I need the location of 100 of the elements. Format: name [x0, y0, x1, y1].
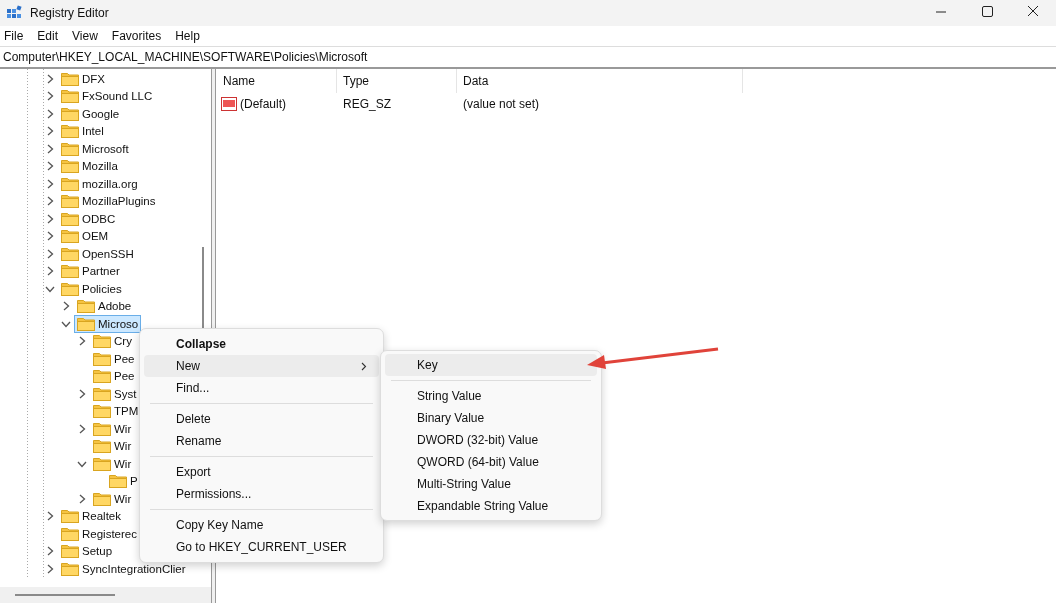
column-header[interactable]: Name [217, 69, 337, 93]
tree-item[interactable]: Registerec [58, 524, 140, 543]
folder-icon [61, 71, 79, 86]
tree-item[interactable]: mozilla.org [58, 174, 141, 193]
tree-item[interactable]: Partner [58, 262, 123, 281]
folder-icon [61, 124, 79, 139]
folder-icon [93, 439, 111, 454]
chevron-icon[interactable] [45, 178, 55, 189]
folder-icon [61, 544, 79, 559]
menu-item[interactable]: Collapse [144, 333, 379, 355]
folder-icon [93, 456, 111, 471]
chevron-icon[interactable] [45, 213, 55, 224]
folder-icon [61, 194, 79, 209]
menu-item[interactable]: Permissions... [144, 483, 379, 505]
tree-item[interactable]: TPM [90, 402, 142, 421]
registry-editor-icon [6, 5, 22, 21]
chevron-icon[interactable] [45, 161, 55, 172]
chevron-icon[interactable] [45, 266, 55, 277]
menu-item[interactable]: QWORD (64-bit) Value [385, 451, 597, 473]
table-cell-text: REG_SZ [342, 97, 392, 111]
tree-item[interactable]: Wir [90, 437, 135, 456]
chevron-icon[interactable] [45, 546, 55, 557]
folder-icon [61, 246, 79, 261]
menu-item[interactable]: New [144, 355, 379, 377]
chevron-icon[interactable] [45, 248, 55, 259]
menu-item[interactable]: View [72, 29, 98, 43]
column-header[interactable]: Data [457, 69, 743, 93]
tree-item[interactable]: ODBC [58, 209, 119, 228]
folder-icon [61, 229, 79, 244]
folder-icon [61, 106, 79, 121]
column-header[interactable]: Type [337, 69, 457, 93]
chevron-icon[interactable] [77, 423, 87, 434]
menu-item[interactable]: Expandable String Value [385, 495, 597, 517]
menu-item[interactable]: DWORD (32-bit) Value [385, 429, 597, 451]
folder-icon [93, 404, 111, 419]
menu-item[interactable]: Export [144, 461, 379, 483]
folder-icon [61, 211, 79, 226]
tree-item[interactable]: Realtek [58, 507, 124, 526]
chevron-icon[interactable] [45, 108, 55, 119]
scrollbar-thumb[interactable] [15, 594, 115, 596]
chevron-icon [361, 361, 367, 371]
chevron-icon[interactable] [45, 91, 55, 102]
tree-item[interactable]: Wir [90, 419, 135, 438]
folder-icon [61, 89, 79, 104]
chevron-icon[interactable] [45, 511, 55, 522]
tree-item[interactable]: P [106, 472, 141, 491]
folder-icon [93, 351, 111, 366]
folder-icon [109, 474, 127, 489]
menu-item[interactable]: Favorites [111, 29, 162, 43]
folder-icon [61, 526, 79, 541]
menu-item[interactable]: File [4, 29, 24, 43]
tree-item[interactable]: Pee [90, 349, 138, 368]
address-bar[interactable]: Computer\HKEY_LOCAL_MACHINE\SOFTWARE\Policies\Microsoft [0, 46, 1056, 69]
tree-item[interactable]: Intel [58, 122, 107, 141]
menu-item[interactable]: Multi-String Value [385, 473, 597, 495]
tree-item[interactable]: Policies [58, 279, 125, 298]
chevron-icon[interactable] [45, 563, 55, 574]
folder-icon [61, 159, 79, 174]
tree-item[interactable]: MozillaPlugins [58, 192, 159, 211]
chevron-icon[interactable] [77, 336, 87, 347]
chevron-icon[interactable] [45, 73, 55, 84]
chevron-icon[interactable] [77, 388, 87, 399]
tree-item[interactable]: Mozilla [58, 157, 121, 176]
folder-icon [93, 491, 111, 506]
chevron-icon[interactable] [77, 493, 87, 504]
tree-item[interactable]: SyncIntegrationClier [58, 559, 189, 578]
tree-item[interactable]: Wir [90, 489, 135, 508]
chevron-icon[interactable] [61, 301, 71, 312]
menu-item[interactable]: String Value [385, 385, 597, 407]
menu-item[interactable]: Copy Key Name [144, 514, 379, 536]
menu-item[interactable]: Rename [144, 430, 379, 452]
menu-item[interactable]: Key [385, 354, 597, 376]
tree-item[interactable]: Syst [90, 384, 140, 403]
menu-item[interactable]: Delete [144, 408, 379, 430]
chevron-icon[interactable] [45, 231, 55, 242]
tree-item[interactable]: Pee [90, 367, 138, 386]
tree-item[interactable]: Microso [74, 314, 142, 333]
menu-item[interactable]: Find... [144, 377, 379, 399]
tree-item[interactable]: Setup [58, 542, 116, 561]
tree-item[interactable]: OpenSSH [58, 244, 137, 263]
tree-item[interactable]: OEM [58, 227, 112, 246]
tree-item[interactable]: DFX [58, 69, 108, 88]
arrow-icon [586, 347, 720, 371]
chevron-icon[interactable] [45, 126, 55, 137]
menu-item[interactable]: Edit [37, 29, 59, 43]
chevron-icon[interactable] [45, 196, 55, 207]
tree-item[interactable]: Cry [90, 332, 135, 351]
tree-item[interactable]: FxSound LLC [58, 87, 156, 106]
folder-icon [93, 421, 111, 436]
folder-icon [61, 264, 79, 279]
tree-item[interactable]: Wir [90, 454, 135, 473]
folder-icon [93, 386, 111, 401]
tree-item[interactable]: Microsoft [58, 139, 132, 158]
menu-item[interactable]: Binary Value [385, 407, 597, 429]
chevron-icon[interactable] [45, 143, 55, 154]
tree-item[interactable]: Adobe [74, 297, 135, 316]
tree-item[interactable]: Google [58, 104, 123, 123]
menu-item[interactable]: Go to HKEY_CURRENT_USER [144, 536, 379, 558]
string-value-icon [221, 97, 237, 111]
menu-item[interactable]: Help [175, 29, 200, 43]
